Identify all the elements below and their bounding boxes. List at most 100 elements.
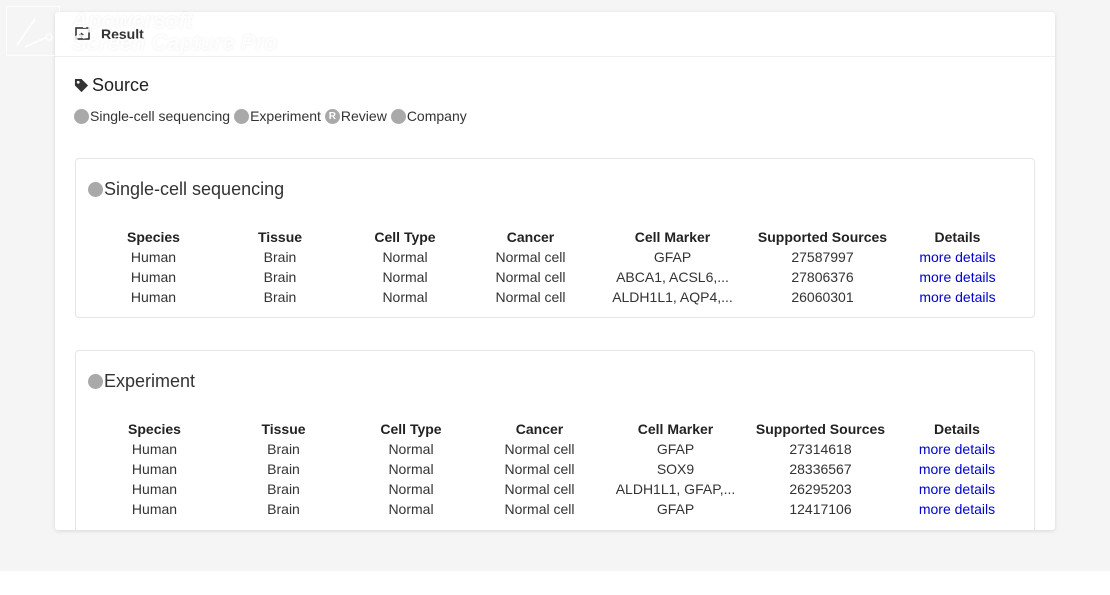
- table-cell: ABCA1, ACSL6,...: [616, 269, 729, 285]
- table-cell: Human: [131, 501, 178, 517]
- single-cell-panel: Single-cell sequencing Species Tissue Cell…: [75, 158, 1035, 318]
- table-cell: 26060301: [791, 289, 854, 305]
- panel-title: Single-cell sequencing: [88, 179, 284, 200]
- column-header: Details: [934, 421, 980, 437]
- single-cell-icon: [88, 182, 103, 197]
- legend-review: R Review: [324, 108, 387, 124]
- table-row: Human Brain Normal Normal cell GFAP 27314618 m…: [92, 439, 1017, 459]
- watermark-line2: Screen Capture Pro: [72, 30, 278, 55]
- table-cell: SOX9: [656, 461, 695, 477]
- column-header: Cell Marker: [637, 421, 714, 437]
- table-cell: more details: [896, 247, 1019, 267]
- column-header: Supported Sources: [757, 229, 888, 245]
- table-cell: Human: [130, 289, 177, 305]
- legend-label: Single-cell sequencing: [90, 108, 231, 124]
- table-cell: Brain: [263, 249, 297, 265]
- table-cell: Normal: [382, 249, 428, 265]
- more-details-link[interactable]: more details: [919, 269, 995, 285]
- table-header-row: Species Tissue Cell Type Cancer Cell Marker S…: [92, 227, 1019, 247]
- table-row: Human Brain Normal Normal cell ABCA1, ACSL6,…: [92, 267, 1019, 287]
- table-row: Human Brain Normal Normal cell SOX9 28336567 m…: [92, 459, 1017, 479]
- table-cell: more details: [896, 287, 1019, 307]
- table-cell: Human: [131, 481, 178, 497]
- watermark-text: Apowersoft Screen Capture Pro: [72, 10, 277, 54]
- column-header: Species: [127, 229, 180, 245]
- column-header: Cell Type: [380, 421, 442, 437]
- column-header: Details: [934, 229, 981, 245]
- table-cell: Brain: [263, 269, 297, 285]
- table-cell: Normal cell: [504, 441, 575, 457]
- table-cell: Normal: [382, 289, 428, 305]
- source-title: Source: [92, 75, 150, 95]
- table-cell: more details: [897, 479, 1017, 499]
- table-cell: Human: [131, 441, 178, 457]
- table-row: Human Brain Normal Normal cell GFAP 27587997 m…: [92, 247, 1019, 267]
- tag-icon: [74, 78, 89, 93]
- table-cell: Normal: [382, 269, 428, 285]
- watermark-logo: [6, 6, 60, 56]
- table-cell: Normal: [388, 501, 434, 517]
- single-cell-table: Species Tissue Cell Type Cancer Cell Marker S…: [92, 227, 1019, 307]
- column-header: Cell Marker: [634, 229, 711, 245]
- table-cell: GFAP: [653, 249, 692, 265]
- legend-experiment: Experiment: [234, 108, 321, 124]
- table-cell: Human: [130, 269, 177, 285]
- legend-label: Company: [406, 108, 467, 124]
- table-cell: 12417106: [789, 501, 852, 517]
- table-row: Human Brain Normal Normal cell GFAP 12417106 m…: [92, 499, 1017, 519]
- column-header: Cancer: [506, 229, 555, 245]
- more-details-link[interactable]: more details: [919, 501, 995, 517]
- legend-label: Experiment: [250, 108, 321, 124]
- table-header-row: Species Tissue Cell Type Cancer Cell Marker S…: [92, 419, 1017, 439]
- panel-title-text: Single-cell sequencing: [104, 179, 285, 199]
- table-cell: 27806376: [791, 269, 854, 285]
- more-details-link[interactable]: more details: [919, 249, 995, 265]
- single-cell-icon: [74, 108, 89, 124]
- table-cell: Human: [130, 249, 177, 265]
- more-details-link[interactable]: more details: [919, 481, 995, 497]
- table-row: Human Brain Normal Normal cell ALDH1L1, GFAP…: [92, 479, 1017, 499]
- result-card: Result Source Single-cell sequencing Exp…: [55, 12, 1055, 530]
- experiment-table: Species Tissue Cell Type Cancer Cell Marker S…: [92, 419, 1017, 519]
- table-cell: Normal cell: [504, 501, 575, 517]
- legend-label: Review: [340, 108, 387, 124]
- legend-single-cell: Single-cell sequencing: [74, 108, 230, 124]
- source-heading: Source: [74, 75, 149, 96]
- table-cell: Brain: [267, 441, 300, 457]
- table-cell: more details: [896, 267, 1019, 287]
- watermark-line1: Apowersoft: [72, 8, 193, 33]
- table-cell: Normal: [388, 461, 434, 477]
- more-details-link[interactable]: more details: [919, 461, 995, 477]
- table-cell: 27587997: [791, 249, 854, 265]
- experiment-icon: [234, 108, 250, 124]
- table-cell: Brain: [267, 481, 300, 497]
- column-header: Species: [128, 421, 181, 437]
- panel-title-text: Experiment: [104, 371, 196, 391]
- column-header: Tissue: [257, 229, 303, 245]
- table-cell: Brain: [267, 461, 300, 477]
- more-details-link[interactable]: more details: [919, 441, 995, 457]
- more-details-link[interactable]: more details: [919, 289, 995, 305]
- experiment-icon: [88, 374, 103, 389]
- table-cell: 27314618: [789, 441, 852, 457]
- table-cell: Normal cell: [504, 481, 575, 497]
- column-header: Supported Sources: [755, 421, 886, 437]
- table-cell: Human: [131, 461, 178, 477]
- table-cell: Normal cell: [495, 269, 566, 285]
- scissors-icon: [16, 18, 53, 48]
- table-cell: Normal cell: [495, 289, 566, 305]
- table-cell: 28336567: [789, 461, 852, 477]
- table-cell: ALDH1L1, AQP4,...: [612, 289, 733, 305]
- experiment-panel: Experiment Species Tissue Cell Type Cancer C…: [75, 350, 1035, 530]
- page-footer-area: [0, 571, 1110, 595]
- table-cell: GFAP: [656, 501, 695, 517]
- company-icon: [390, 108, 406, 124]
- table-cell: ALDH1L1, GFAP,...: [615, 481, 736, 497]
- table-cell: GFAP: [656, 441, 695, 457]
- table-cell: Normal: [388, 441, 434, 457]
- review-icon: R: [324, 108, 340, 124]
- table-cell: more details: [897, 459, 1017, 479]
- column-header: Cell Type: [374, 229, 436, 245]
- legend-company: Company: [390, 108, 467, 124]
- column-header: Tissue: [261, 421, 306, 437]
